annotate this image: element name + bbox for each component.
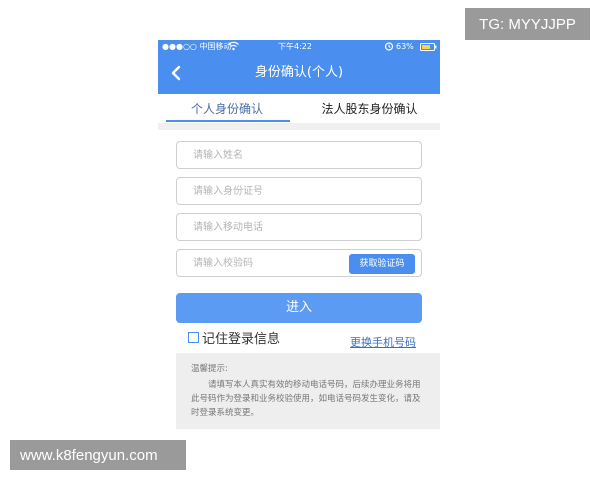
tg-watermark-label: TG: MYYJJPP [465,8,590,40]
carrier-label: ●●●○○ 中国移动 [162,42,232,51]
id-number-input[interactable] [177,178,421,204]
navigation-bar: 身份确认(个人) [158,54,440,94]
phone-field [176,213,422,241]
section-divider [158,123,440,130]
tips-box: 温馨提示: 请填写本人真实有效的移动电话号码，后续办理业务将用此号码作为登录和业… [176,353,440,429]
time-label: 下午4:22 [278,42,312,51]
page-title: 身份确认(个人) [254,65,344,80]
remember-login-toggle[interactable]: 记住登录信息 [188,328,281,347]
status-bar: ●●●○○ 中国移动 下午4:22 63% [158,40,440,54]
name-field [176,141,422,169]
get-code-button[interactable]: 获取验证码 [349,254,415,274]
alarm-icon [384,41,394,54]
wifi-icon [228,41,239,54]
tab-legal-shareholder-identity[interactable]: 法人股东身份确认 [299,94,440,124]
name-input[interactable] [177,142,421,168]
remember-checkbox[interactable] [188,331,199,343]
battery-icon [420,43,437,54]
verification-code-input[interactable] [177,250,347,276]
verification-code-field: 获取验证码 [176,249,422,277]
change-phone-link[interactable]: 更换手机号码 [350,334,416,350]
enter-button[interactable]: 进入 [176,293,422,323]
tips-title: 温馨提示: [191,364,228,374]
active-tab-indicator [166,120,290,122]
phone-screen: ●●●○○ 中国移动 下午4:22 63% 身份确认(个人) 个人身份确认 法人… [158,40,440,440]
battery-percent: 63% [396,42,414,51]
phone-input[interactable] [177,214,421,240]
site-watermark-label: www.k8fengyun.com [10,440,186,470]
remember-label: 记住登录信息 [202,331,281,347]
tips-body: 请填写本人真实有效的移动电话号码，后续办理业务将用此号码作为登录和业务校验使用，… [191,380,421,418]
id-number-field [176,177,422,205]
